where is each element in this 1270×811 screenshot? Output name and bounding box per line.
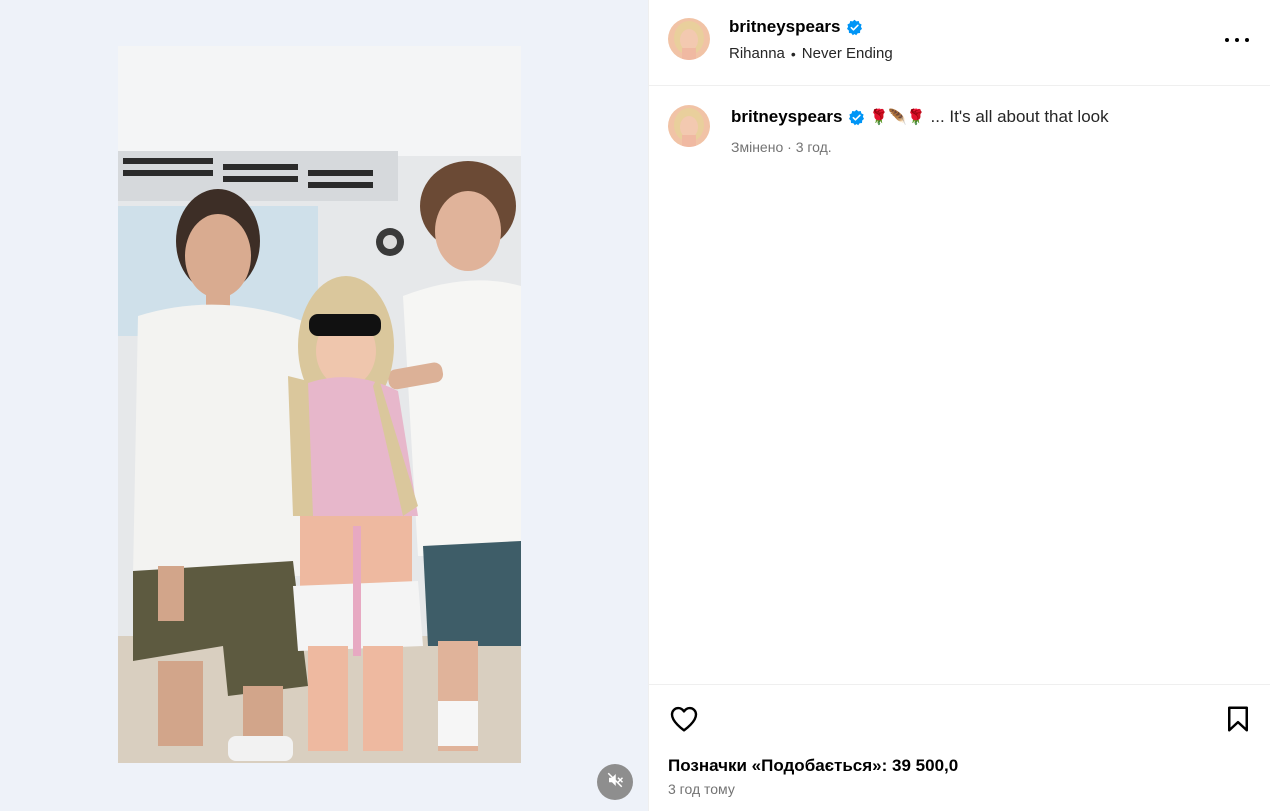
verified-badge-icon (846, 19, 863, 36)
audio-artist[interactable]: Rihanna (729, 45, 785, 62)
actions-bar: Позначки «Подобається»: 39 500,0 3 год т… (649, 684, 1270, 811)
post-video[interactable] (118, 46, 521, 763)
audio-separator: • (790, 45, 796, 62)
avatar[interactable] (668, 18, 710, 60)
caption-username[interactable]: britneyspears (731, 107, 843, 127)
video-frame-image (118, 46, 521, 763)
ellipsis-icon-dot (1245, 38, 1249, 42)
save-button[interactable] (1223, 703, 1253, 735)
post-header: britneyspears Rihanna • Never Ending (649, 0, 1270, 86)
caption-emojis: 🌹🪶🌹 (869, 109, 926, 126)
audio-attribution[interactable]: Rihanna • Never Ending (729, 45, 893, 62)
caption-line: britneyspears 🌹🪶🌹 ... It's all about tha… (731, 107, 1109, 127)
caption-avatar[interactable] (668, 105, 710, 147)
verified-badge-icon (848, 109, 865, 126)
bookmark-outline-icon (1228, 706, 1248, 732)
audio-track[interactable]: Never Ending (802, 45, 893, 62)
more-options-button[interactable] (1225, 30, 1249, 50)
post-timestamp[interactable]: 3 год тому (668, 781, 735, 797)
meta-separator: · (787, 139, 792, 155)
ellipsis-icon-dot (1235, 38, 1239, 42)
caption-meta: Змінено · 3 год. (731, 139, 832, 155)
edited-label: Змінено (731, 139, 784, 155)
username[interactable]: britneyspears (729, 17, 841, 37)
ellipsis-icon (1225, 38, 1229, 42)
speaker-muted-icon (606, 771, 624, 794)
mute-button[interactable] (597, 764, 633, 800)
post-author[interactable]: britneyspears (729, 17, 863, 37)
caption-text: ... It's all about that look (930, 107, 1109, 126)
media-pane (0, 0, 648, 811)
likes-count[interactable]: Позначки «Подобається»: 39 500,0 (668, 756, 958, 776)
caption-time[interactable]: 3 год. (796, 139, 832, 155)
heart-outline-icon (670, 706, 698, 732)
post-info-pane: britneyspears Rihanna • Never Ending bri… (648, 0, 1270, 811)
like-button[interactable] (668, 703, 700, 735)
